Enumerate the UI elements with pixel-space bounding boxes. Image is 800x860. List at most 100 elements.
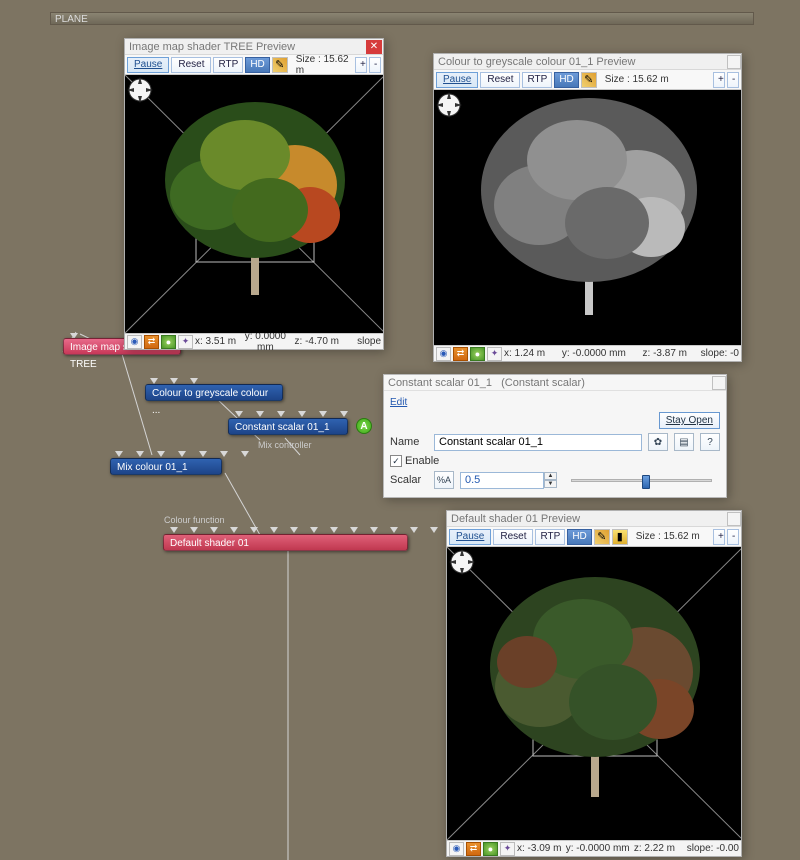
edit-menu[interactable]: Edit xyxy=(390,397,407,408)
help-button[interactable]: ? xyxy=(700,433,720,451)
properties-panel: Constant scalar 01_1 (Constant scalar) E… xyxy=(383,374,727,498)
brush-icon[interactable]: ✎ xyxy=(272,57,288,73)
node-constant-scalar[interactable]: Constant scalar 01_1 xyxy=(228,418,348,435)
size-label: Size : 15.62 m xyxy=(636,531,711,542)
zoom-in-button[interactable]: + xyxy=(713,529,725,545)
panel-title: Colour to greyscale colour 01_1 Preview xyxy=(438,54,727,69)
window-icon[interactable]: ▤ xyxy=(674,433,694,451)
panel-title: Image map shader TREE Preview xyxy=(129,39,366,54)
globe-icon[interactable]: ● xyxy=(483,842,498,856)
enable-checkbox[interactable]: ✓ Enable xyxy=(390,455,439,467)
eye-icon[interactable]: ◉ xyxy=(449,842,464,856)
panel-title: Default shader 01 Preview xyxy=(451,511,727,526)
rtp-button[interactable]: RTP xyxy=(213,57,243,73)
panel-titlebar[interactable]: Constant scalar 01_1 (Constant scalar) xyxy=(384,375,726,391)
per-axis-icon[interactable]: %A xyxy=(434,471,454,489)
axes-icon[interactable]: ✦ xyxy=(178,335,193,349)
globe-icon[interactable]: ● xyxy=(161,335,176,349)
collapse-button[interactable] xyxy=(712,376,726,390)
pause-button[interactable]: Pause xyxy=(449,529,491,545)
collapse-button[interactable] xyxy=(727,55,741,69)
node-mix-colour[interactable]: Mix colour 01_1 xyxy=(110,458,222,475)
preview-panel-default: Default shader 01 Preview Pause Reset RT… xyxy=(446,510,742,857)
scalar-field[interactable] xyxy=(460,472,544,489)
compass-icon[interactable] xyxy=(434,90,464,120)
zoom-in-button[interactable]: + xyxy=(713,72,725,88)
hd-button[interactable]: HD xyxy=(245,57,269,73)
panel-titlebar[interactable]: Colour to greyscale colour 01_1 Preview xyxy=(434,54,741,70)
preview-viewport[interactable] xyxy=(447,547,741,840)
scalar-label: Scalar xyxy=(390,474,428,486)
axes-icon[interactable]: ✦ xyxy=(500,842,515,856)
name-label: Name xyxy=(390,436,428,448)
zoom-out-button[interactable]: - xyxy=(369,57,381,73)
eye-icon[interactable]: ◉ xyxy=(127,335,142,349)
node-colour-to-greyscale[interactable]: Colour to greyscale colour ... xyxy=(145,384,283,401)
enable-label: Enable xyxy=(405,455,439,467)
spinner-up[interactable]: ▲ xyxy=(544,472,557,480)
status-slope: slope: -0.00 xyxy=(683,843,739,854)
spinner-down[interactable]: ▼ xyxy=(544,480,557,488)
status-x: x: 1.24 m xyxy=(504,348,545,359)
close-button[interactable]: ✕ xyxy=(366,40,382,54)
zoom-in-button[interactable]: + xyxy=(355,57,367,73)
brush-icon[interactable]: ✎ xyxy=(594,529,610,545)
status-x: x: -3.09 m xyxy=(517,843,561,854)
preview-viewport[interactable] xyxy=(125,75,383,333)
active-badge: A xyxy=(356,418,372,434)
section-label: PLANE xyxy=(55,14,88,25)
status-slope: slope xyxy=(347,336,381,347)
tree-render-greyscale xyxy=(434,90,741,345)
colour-function-label: Colour function xyxy=(164,515,225,525)
panel-title: Constant scalar 01_1 (Constant scalar) xyxy=(388,375,712,390)
section-header: PLANE xyxy=(50,12,754,25)
node-label: Default shader 01 xyxy=(170,538,249,549)
hd-button[interactable]: HD xyxy=(554,72,578,88)
axes-icon[interactable]: ✦ xyxy=(487,347,502,361)
tree-render xyxy=(125,75,383,333)
rtp-button[interactable]: RTP xyxy=(535,529,565,545)
swap-icon[interactable]: ⇄ xyxy=(144,335,159,349)
status-y: y: -0.0000 mm xyxy=(547,348,640,359)
status-y: y: -0.0000 mm xyxy=(563,843,631,854)
status-z: z: -4.70 m xyxy=(295,336,339,347)
pause-button[interactable]: Pause xyxy=(127,57,169,73)
node-port-row xyxy=(235,411,348,417)
status-bar: ◉ ⇄ ● ✦ x: 3.51 m y: 0.0000 mm z: -4.70 … xyxy=(125,333,383,349)
node-label: Constant scalar 01_1 xyxy=(235,422,330,433)
brush-icon[interactable]: ✎ xyxy=(581,72,597,88)
scalar-spinner[interactable]: ▲ ▼ xyxy=(460,472,557,489)
node-label: Mix colour 01_1 xyxy=(117,462,188,473)
preview-toolbar: Pause Reset RTP HD ✎ ▮ Size : 15.62 m + … xyxy=(447,527,741,547)
reset-button[interactable]: Reset xyxy=(493,529,533,545)
panel-titlebar[interactable]: Default shader 01 Preview xyxy=(447,511,741,527)
swap-icon[interactable]: ⇄ xyxy=(453,347,468,361)
node-default-shader[interactable]: Default shader 01 xyxy=(163,534,408,551)
gear-icon[interactable]: ✿ xyxy=(648,433,668,451)
rtp-button[interactable]: RTP xyxy=(522,72,552,88)
name-field[interactable] xyxy=(434,434,642,451)
eye-icon[interactable]: ◉ xyxy=(436,347,451,361)
stay-open-button[interactable]: Stay Open xyxy=(659,412,720,429)
size-label: Size : 15.62 m xyxy=(605,74,711,85)
compass-icon[interactable] xyxy=(125,75,155,105)
reset-button[interactable]: Reset xyxy=(480,72,520,88)
collapse-button[interactable] xyxy=(727,512,741,526)
compass-icon[interactable] xyxy=(447,547,477,577)
scalar-slider[interactable] xyxy=(571,479,712,482)
preview-toolbar: Pause Reset RTP HD ✎ Size : 15.62 m + - xyxy=(125,55,383,75)
zoom-out-button[interactable]: - xyxy=(727,529,739,545)
mix-controller-label: Mix controller xyxy=(258,440,312,450)
reset-button[interactable]: Reset xyxy=(171,57,211,73)
tree-render-default xyxy=(447,547,741,840)
slider-thumb[interactable] xyxy=(642,475,650,489)
preview-panel-tree: Image map shader TREE Preview ✕ Pause Re… xyxy=(124,38,384,350)
pause-button[interactable]: Pause xyxy=(436,72,478,88)
swap-icon[interactable]: ⇄ xyxy=(466,842,481,856)
globe-icon[interactable]: ● xyxy=(470,347,485,361)
preview-viewport[interactable] xyxy=(434,90,741,345)
hd-button[interactable]: HD xyxy=(567,529,591,545)
brush2-icon[interactable]: ▮ xyxy=(612,529,628,545)
zoom-out-button[interactable]: - xyxy=(727,72,739,88)
node-port-row xyxy=(115,451,249,457)
